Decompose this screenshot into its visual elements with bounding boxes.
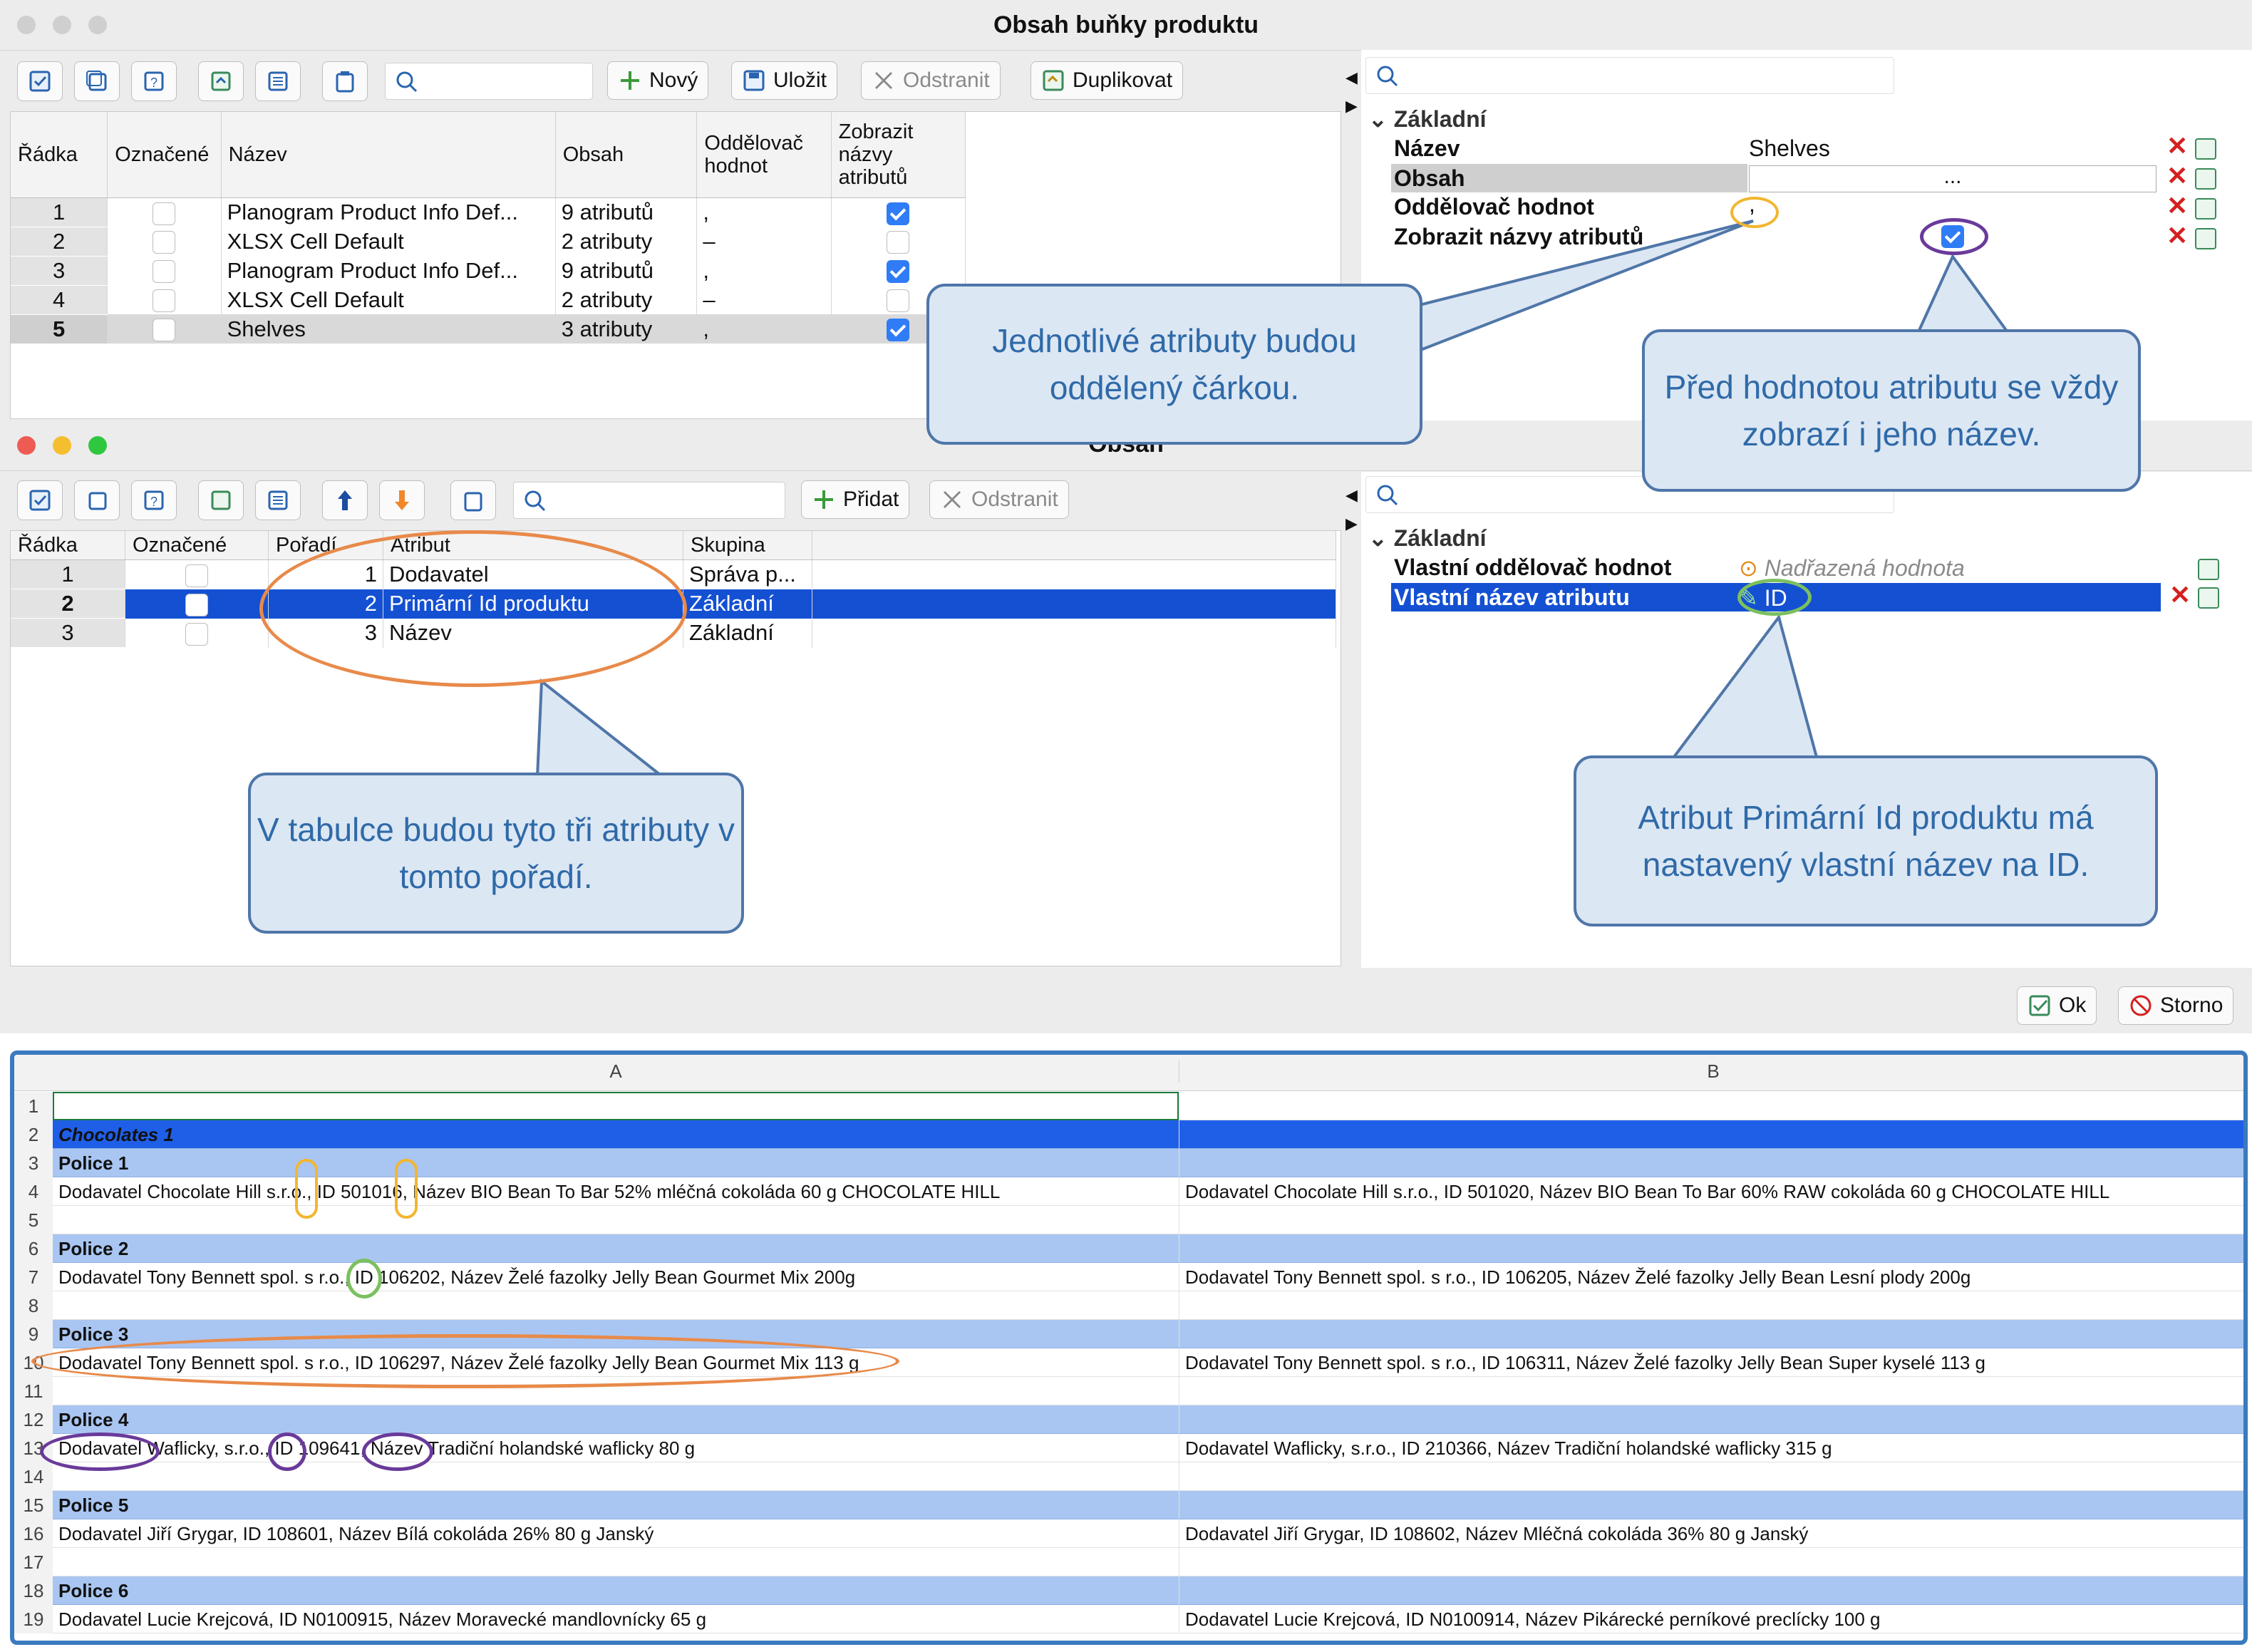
cell-b[interactable] [1179, 1548, 2243, 1576]
cell-b[interactable] [1179, 1491, 2243, 1519]
row-header[interactable]: 15 [14, 1491, 53, 1519]
row-header[interactable]: 19 [14, 1605, 53, 1633]
highlight-comma-ring [295, 1159, 318, 1219]
row-header[interactable]: 9 [14, 1320, 53, 1348]
cell-a[interactable]: Police 2 [53, 1234, 1179, 1263]
cell-b[interactable]: Dodavatel Chocolate Hill s.r.o., ID 5010… [1179, 1177, 2243, 1206]
row-header[interactable]: 11 [14, 1377, 53, 1405]
pointer-show-names [1914, 254, 2013, 336]
cell-b[interactable] [1179, 1576, 2243, 1605]
row-header[interactable]: 17 [14, 1548, 53, 1576]
cell-a[interactable]: Dodavatel Jiří Grygar, ID 108601, Název … [53, 1519, 1179, 1548]
row-header[interactable]: 18 [14, 1576, 53, 1605]
cell-a[interactable] [53, 1291, 1179, 1320]
cell-b[interactable] [1179, 1291, 2243, 1320]
highlight-name-ring [362, 1432, 433, 1471]
cell-b[interactable] [1179, 1120, 2243, 1149]
pointer-order [535, 678, 667, 778]
cell-a[interactable]: Chocolates 1 [53, 1120, 1179, 1149]
callout-show-names: Před hodnotou atributu se vždy zobrazí i… [1642, 329, 2141, 492]
row-header[interactable]: 14 [14, 1462, 53, 1491]
row-header[interactable]: 12 [14, 1405, 53, 1434]
highlight-custom-name-ring [1737, 579, 1812, 616]
cell-b[interactable]: Dodavatel Jiří Grygar, ID 108602, Název … [1179, 1519, 2243, 1548]
cell-a[interactable]: Dodavatel Chocolate Hill s.r.o., ID 5010… [53, 1177, 1179, 1206]
row-header[interactable]: 1 [14, 1092, 53, 1120]
cell-b[interactable] [1179, 1206, 2243, 1234]
highlight-show-names-ring [1920, 218, 1988, 255]
cell-a[interactable] [53, 1548, 1179, 1576]
cell-b[interactable] [1179, 1234, 2243, 1263]
cell-a[interactable]: Police 4 [53, 1405, 1179, 1434]
cell-b[interactable]: Dodavatel Waflicky, s.r.o., ID 210366, N… [1179, 1434, 2243, 1462]
pointer-custom-name [1669, 614, 1819, 761]
cell-b[interactable] [1179, 1149, 2243, 1177]
cell-b[interactable] [1179, 1377, 2243, 1405]
cell-a[interactable] [53, 1462, 1179, 1491]
cell-b[interactable] [1179, 1462, 2243, 1491]
highlight-comma-ring [395, 1159, 418, 1219]
cell-b[interactable] [1179, 1320, 2243, 1348]
cell-a[interactable] [53, 1206, 1179, 1234]
callout-custom-name: Atribut Primární Id produktu má nastaven… [1574, 755, 2158, 926]
row-header[interactable]: 16 [14, 1519, 53, 1548]
cell-a[interactable]: Dodavatel Tony Bennett spol. s r.o., ID … [53, 1263, 1179, 1291]
row-header[interactable]: 7 [14, 1263, 53, 1291]
cell-a[interactable]: Police 5 [53, 1491, 1179, 1519]
cell-a[interactable]: Dodavatel Waflicky, s.r.o., ID 109641, N… [53, 1434, 1179, 1462]
cell-a[interactable]: Police 1 [53, 1149, 1179, 1177]
row-header[interactable]: 6 [14, 1234, 53, 1263]
cell-a[interactable]: Dodavatel Lucie Krejcová, ID N0100915, N… [53, 1605, 1179, 1633]
row-header[interactable]: 4 [14, 1177, 53, 1206]
column-header-b[interactable]: B [1179, 1060, 2243, 1083]
highlight-row-ring [31, 1334, 899, 1388]
cell-b[interactable] [1179, 1405, 2243, 1434]
cell-b[interactable]: Dodavatel Lucie Krejcová, ID N0100914, N… [1179, 1605, 2243, 1633]
column-header-a[interactable]: A [53, 1060, 1179, 1083]
row-header[interactable]: 8 [14, 1291, 53, 1320]
highlight-name-ring [40, 1432, 160, 1471]
highlight-name-ring [268, 1432, 306, 1471]
callout-separator: Jednotlivé atributy budou oddělený čárko… [926, 284, 1422, 445]
callout-order: V tabulce budou tyto tři atributy v tomt… [248, 773, 744, 934]
highlight-separator-ring [1730, 197, 1779, 228]
highlight-id-ring [346, 1259, 382, 1299]
highlight-attributes-ring [259, 530, 687, 687]
cell-a[interactable]: Police 6 [53, 1576, 1179, 1605]
row-header[interactable]: 5 [14, 1206, 53, 1234]
row-header[interactable]: 3 [14, 1149, 53, 1177]
cell-b[interactable] [1179, 1092, 2243, 1120]
cell-b[interactable]: Dodavatel Tony Bennett spol. s r.o., ID … [1179, 1263, 2243, 1291]
row-header[interactable]: 2 [14, 1120, 53, 1149]
cell-a[interactable] [53, 1092, 1179, 1120]
cell-b[interactable]: Dodavatel Tony Bennett spol. s r.o., ID … [1179, 1348, 2243, 1377]
